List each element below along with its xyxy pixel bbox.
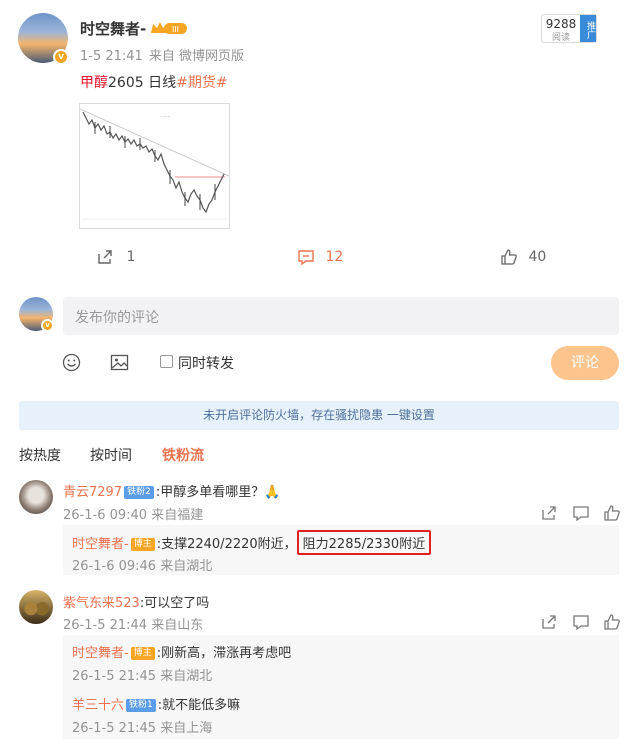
tab-iron-fans[interactable]: 铁粉流 [162,445,204,465]
replier-name[interactable]: 羊三十六 [72,698,124,713]
host-badge: 博主 [130,647,155,660]
reply-line: 羊三十六 铁粉1:就不能低多嘛 [72,694,240,713]
tab-time[interactable]: 按时间 [90,445,132,465]
svg-text:III: III [172,25,179,34]
verified-v-icon: v [41,319,54,332]
repost-button[interactable]: 1 [96,248,135,266]
share-icon[interactable] [540,504,558,522]
post-text: 甲醇2605 日线#期货# [80,72,228,92]
comment-icon [298,250,314,266]
comment-button[interactable]: 12 [297,248,343,266]
reply-text: :刚新高，滞涨再考虑吧 [156,646,292,661]
svg-text:········: ········ [160,114,170,119]
views-count: 9288 [545,17,577,31]
repost-checkbox[interactable] [160,355,173,368]
commenter-name[interactable]: 青云7297 [63,485,122,500]
commenter-avatar[interactable] [19,590,53,624]
share-icon [98,250,112,264]
post-image[interactable]: ········ [79,103,230,229]
author-name[interactable]: 时空舞者- [80,18,146,39]
post-plain-text: 2605 日线 [108,75,177,91]
repost-checkbox-label[interactable]: 同时转发 [178,353,234,373]
thumbs-up-icon[interactable] [603,504,621,522]
comment-firewall-banner[interactable]: 未开启评论防火墙，存在骚扰隐患 一键设置 [19,401,619,430]
replier-name[interactable]: 时空舞者- [72,646,129,661]
reply-meta: 26-1-5 21:45 来自上海 [72,721,213,736]
verified-v-icon: v [53,49,69,65]
post-meta: 1-5 21:41 来自 微博网页版 [80,45,250,64]
comment-line: 紫气东来523:可以空了吗 [63,592,209,611]
comment-text: :甲醇多单看哪里？🙏 [155,485,281,500]
host-badge: 博主 [130,538,155,551]
share-icon[interactable] [540,613,558,631]
reply-icon[interactable] [572,613,590,631]
replier-name[interactable]: 时空舞者- [72,537,129,552]
fan-badge[interactable]: 铁粉1 [126,699,156,712]
reply-icon[interactable] [572,504,590,522]
reply-text: :就不能低多嘛 [157,698,241,713]
post-keyword[interactable]: 甲醇 [80,75,108,91]
comment-text: :可以空了吗 [139,596,210,611]
like-icon [501,249,517,265]
comment-meta: 26-1-5 21:44 来自山东 [63,618,204,633]
comment-line: 青云7297 铁粉2:甲醇多单看哪里？🙏 [63,481,280,500]
views-label: 阅读 [551,33,570,43]
highlighted-reply-text: 阻力2285/2330附近 [296,530,432,555]
thumbs-up-icon[interactable] [603,613,621,631]
submit-comment-button[interactable]: 评论 [551,346,619,380]
commenter-avatar[interactable] [19,480,53,514]
reply-line: 时空舞者- 博主:支撑2240/2220附近， 阻力2285/2330附近 [72,530,432,555]
emoji-icon[interactable] [62,353,81,372]
post-source: 来自 微博网页版 [148,49,244,64]
post-time[interactable]: 1-5 21:41 [80,49,143,64]
candlestick-chart-image: ········ [79,104,230,228]
post-hashtag[interactable]: #期货# [176,75,227,91]
comment-input[interactable]: 发布你的评论 [63,297,619,335]
like-count: 40 [528,249,547,265]
fan-badge[interactable]: 铁粉2 [124,486,154,499]
vip-crown-icon[interactable]: III [150,20,188,36]
repost-count: 1 [126,249,136,265]
views-counter[interactable]: 9288 阅读 推广 [541,14,597,43]
reply-line: 时空舞者- 博主:刚新高，滞涨再考虑吧 [72,642,291,661]
promote-button[interactable]: 推广 [580,15,596,42]
image-icon[interactable] [110,353,129,372]
comment-count: 12 [325,249,344,265]
reply-text: :支撑2240/2220附近， [156,537,297,552]
tab-hot[interactable]: 按热度 [19,445,61,465]
reply-meta: 26-1-5 21:45 来自湖北 [72,669,213,684]
like-button[interactable]: 40 [500,248,546,266]
reply-meta: 26-1-6 09:46 来自湖北 [72,559,213,574]
comment-meta: 26-1-6 09:40 来自福建 [63,508,204,523]
commenter-name[interactable]: 紫气东来523 [63,596,140,611]
